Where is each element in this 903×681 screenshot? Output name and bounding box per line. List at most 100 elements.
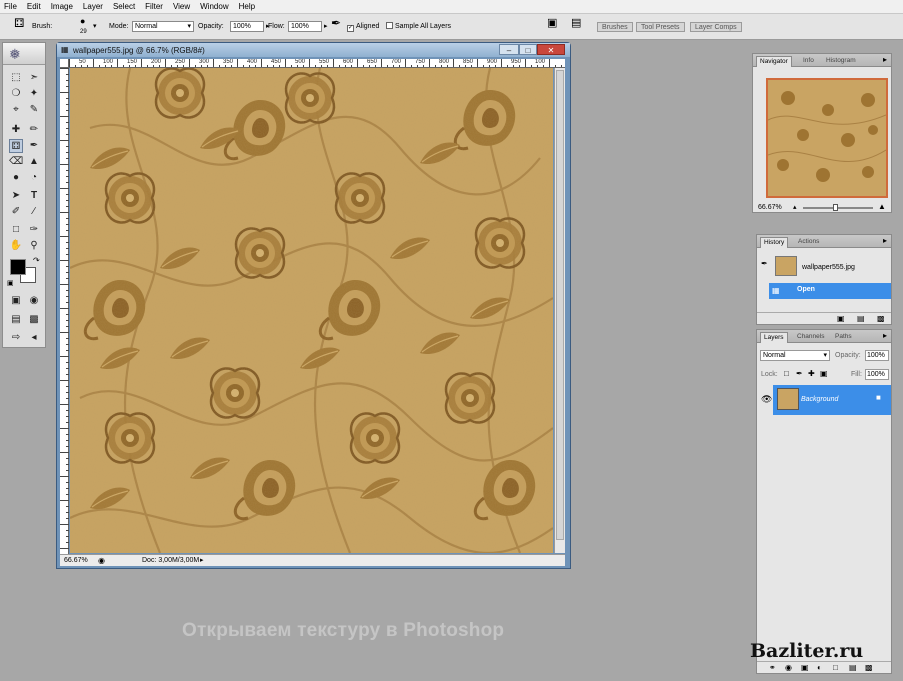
zoom-level[interactable]: 66.67% xyxy=(64,555,88,566)
clone-stamp-icon[interactable]: ⚃ xyxy=(14,17,24,29)
lock-position-icon[interactable]: ✚ xyxy=(808,369,815,378)
move-tool-icon[interactable]: ➣ xyxy=(27,71,41,85)
jump-to-imageready-icon[interactable]: ⇨ xyxy=(9,331,23,345)
marquee-tool-icon[interactable]: ⬚ xyxy=(9,71,23,85)
navigator-zoom[interactable]: 66.67% xyxy=(758,204,782,211)
ruler-origin[interactable] xyxy=(60,59,69,68)
aligned-checkbox[interactable]: ✓ Aligned xyxy=(347,22,379,32)
menu-view[interactable]: View xyxy=(173,2,190,11)
type-tool-icon[interactable]: T xyxy=(27,189,41,203)
status-icon[interactable]: ◉ xyxy=(98,555,105,566)
menu-image[interactable]: Image xyxy=(51,2,73,11)
zoom-tool-icon[interactable]: ⚲ xyxy=(27,239,41,253)
eraser-tool-icon[interactable]: ⌫ xyxy=(9,155,23,169)
sample-all-checkbox[interactable]: Sample All Layers xyxy=(386,22,451,31)
quick-mask-icon[interactable]: ◉ xyxy=(27,294,41,308)
tab-navigator[interactable]: Navigator xyxy=(756,56,792,67)
layer-opacity-input[interactable]: 100% xyxy=(865,350,889,361)
paint-bucket-icon[interactable]: ▲ xyxy=(27,155,41,169)
snapshot-thumbnail[interactable] xyxy=(775,256,797,276)
mode-select[interactable]: Normal ▾ xyxy=(132,21,194,32)
flow-input[interactable]: 100% xyxy=(288,21,322,32)
well-tab-brushes[interactable]: Brushes xyxy=(597,22,633,32)
tab-channels[interactable]: Channels xyxy=(794,332,827,343)
swap-colors-icon[interactable]: ↷ xyxy=(33,256,40,265)
lock-all-icon[interactable]: ▣ xyxy=(820,369,828,378)
dodge-tool-icon[interactable]: ◔ xyxy=(27,171,41,185)
snapshot-name[interactable]: wallpaper555.jpg xyxy=(802,264,855,271)
link-layers-icon[interactable]: ⚭ xyxy=(769,663,776,672)
standard-mode-icon[interactable]: ▣ xyxy=(9,294,23,308)
healing-brush-icon[interactable]: ✚ xyxy=(9,123,23,137)
lock-transparency-icon[interactable]: □ xyxy=(784,369,789,378)
well-tab-tool-presets[interactable]: Tool Presets xyxy=(636,22,685,32)
crop-tool-icon[interactable]: ⌖ xyxy=(9,103,23,117)
history-brush-source-icon[interactable]: ✒ xyxy=(761,259,768,268)
tab-histogram[interactable]: Histogram xyxy=(823,56,859,67)
layer-row-background[interactable]: 👁 Background ■ xyxy=(757,385,891,415)
new-group-icon[interactable]: □ xyxy=(833,663,838,672)
layer-mask-icon[interactable]: ▣ xyxy=(801,663,809,672)
history-state-row[interactable]: ▦ Open xyxy=(769,283,891,299)
menu-edit[interactable]: Edit xyxy=(27,2,41,11)
default-colors-icon[interactable]: ▣ xyxy=(7,279,14,287)
brush-tool-icon[interactable]: ✏ xyxy=(27,123,41,137)
clone-stamp-tool-icon[interactable]: ⚃ xyxy=(9,139,23,153)
scroll-thumb[interactable] xyxy=(556,70,564,540)
palette-well-icon[interactable]: ▤ xyxy=(571,18,581,29)
lasso-tool-icon[interactable]: ❍ xyxy=(9,87,23,101)
slice-tool-icon[interactable]: ✎ xyxy=(27,103,41,117)
line-tool-icon[interactable]: ∕ xyxy=(27,205,41,219)
screen-mode-full-icon[interactable]: ▩ xyxy=(27,313,41,327)
history-brush-icon[interactable]: ✒ xyxy=(27,139,41,153)
brush-preview-icon[interactable]: ● xyxy=(80,17,85,26)
airbrush-icon[interactable]: ✒ xyxy=(331,17,341,29)
panel-menu-icon[interactable]: ▸ xyxy=(883,236,887,245)
tab-paths[interactable]: Paths xyxy=(832,332,855,343)
minimize-icon[interactable]: – xyxy=(499,44,519,55)
adjustment-layer-icon[interactable]: ◐ xyxy=(817,663,822,672)
notes-tool-icon[interactable]: □ xyxy=(9,223,23,237)
menu-file[interactable]: File xyxy=(4,2,17,11)
zoom-in-icon[interactable]: ▲ xyxy=(878,202,886,211)
menu-layer[interactable]: Layer xyxy=(83,2,103,11)
lock-image-icon[interactable]: ✒ xyxy=(796,369,803,378)
pen-tool-icon[interactable]: ✐ xyxy=(9,205,23,219)
panel-menu-icon[interactable]: ▸ xyxy=(883,331,887,340)
magic-wand-icon[interactable]: ✦ xyxy=(27,87,41,101)
new-document-icon[interactable]: ▣ xyxy=(837,314,845,323)
document-title-bar[interactable]: ▦ wallpaper555.jpg @ 66.7% (RGB/8#) – □ … xyxy=(57,43,570,57)
menu-filter[interactable]: Filter xyxy=(145,2,163,11)
well-tab-layer-comps[interactable]: Layer Comps xyxy=(690,22,742,32)
blend-mode-select[interactable]: Normal ▾ xyxy=(760,350,830,361)
brush-dropdown-icon[interactable]: ▾ xyxy=(93,22,97,31)
trash-icon[interactable]: ▩ xyxy=(877,314,885,323)
panel-menu-icon[interactable]: ▸ xyxy=(883,55,887,64)
blur-tool-icon[interactable]: ● xyxy=(9,171,23,185)
horizontal-ruler[interactable]: 50 100 150 200 250 300 350 400 450 500 5… xyxy=(69,59,565,68)
zoom-slider-handle[interactable] xyxy=(833,204,838,211)
zoom-slider[interactable] xyxy=(803,204,873,211)
vertical-scrollbar[interactable] xyxy=(554,68,565,553)
menu-window[interactable]: Window xyxy=(200,2,228,11)
delete-layer-icon[interactable]: ▩ xyxy=(865,663,873,672)
path-selection-icon[interactable]: ➤ xyxy=(9,189,23,203)
flow-arrow-icon[interactable]: ▸ xyxy=(324,22,328,31)
screen-mode-standard-icon[interactable]: ▤ xyxy=(9,313,23,327)
foreground-color-swatch[interactable] xyxy=(10,259,26,275)
new-snapshot-icon[interactable]: ▤ xyxy=(857,314,865,323)
tab-history[interactable]: History xyxy=(760,237,789,248)
opacity-input[interactable]: 100% xyxy=(230,21,264,32)
vertical-ruler[interactable] xyxy=(60,68,69,554)
tab-actions[interactable]: Actions xyxy=(795,237,822,248)
imageready-icon[interactable]: ◂ xyxy=(27,331,41,345)
layer-fill-input[interactable]: 100% xyxy=(865,369,889,380)
hand-tool-icon[interactable]: ✋ xyxy=(9,239,23,253)
eyedropper-icon[interactable]: ✑ xyxy=(27,223,41,237)
layer-style-icon[interactable]: ◉ xyxy=(785,663,792,672)
maximize-icon[interactable]: □ xyxy=(519,44,537,55)
navigator-preview[interactable] xyxy=(766,78,888,198)
new-layer-icon[interactable]: ▤ xyxy=(849,663,857,672)
close-icon[interactable]: ✕ xyxy=(537,44,565,55)
eye-icon[interactable]: 👁 xyxy=(761,394,772,405)
